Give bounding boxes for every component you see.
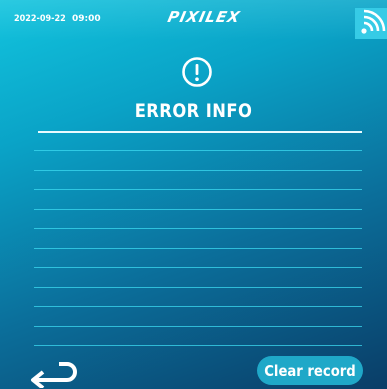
wifi-icon <box>361 9 386 34</box>
status-time: 09:00 <box>72 14 101 24</box>
record-row <box>34 325 362 327</box>
alert-circle-icon <box>182 57 212 87</box>
error-info-screen: 2022-09-22 09:00 PIXILEX ERROR INFO Clea… <box>0 0 387 389</box>
title-divider <box>38 131 362 133</box>
record-row <box>34 189 362 190</box>
record-row <box>34 267 362 268</box>
record-row <box>34 228 362 229</box>
clear-record-label: Clear record <box>264 361 356 380</box>
return-arrow-icon <box>31 362 77 389</box>
back-button[interactable] <box>27 360 77 389</box>
status-date: 2022-09-22 <box>14 14 66 24</box>
record-row <box>34 247 362 249</box>
wifi-status <box>355 8 387 39</box>
brand-logo: PIXILEX <box>166 8 243 26</box>
record-row <box>34 345 362 346</box>
clear-record-button[interactable]: Clear record <box>257 356 363 385</box>
page-title: ERROR INFO <box>134 100 253 122</box>
record-row <box>34 306 362 307</box>
record-row <box>34 286 362 288</box>
record-row <box>34 150 362 151</box>
record-row <box>34 208 362 210</box>
record-row <box>34 169 362 171</box>
status-bar: 2022-09-22 09:00 PIXILEX <box>0 0 387 40</box>
